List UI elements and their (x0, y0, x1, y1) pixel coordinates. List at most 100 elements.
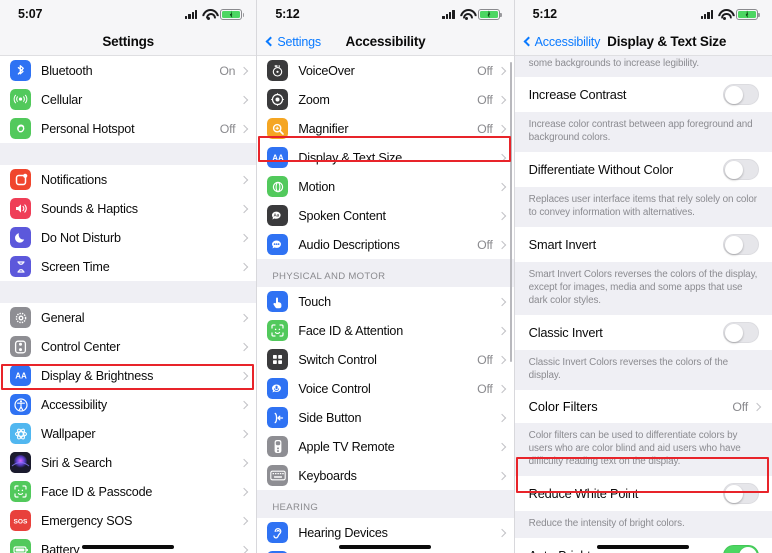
settings-group-alerts: Notifications Sounds & Haptics Do Not Di… (0, 165, 257, 281)
sounds-haptics-icon (10, 198, 31, 219)
accessibility-row-side-button[interactable]: Side Button (257, 403, 514, 432)
siri-icon (10, 452, 31, 473)
apple-tv-remote-icon (267, 436, 289, 457)
svg-text:SOS: SOS (14, 518, 29, 525)
settings-row-notifications[interactable]: Notifications (0, 165, 257, 194)
chevron-left-icon (265, 36, 276, 47)
toggle-switch-auto-brightness[interactable] (722, 545, 759, 553)
status-bar: 5:12 (257, 0, 514, 28)
three-panel-screenshot: 5:07 Settings Bluetooth On Cellular Pers… (0, 0, 772, 553)
settings-row-do-not-disturb[interactable]: Do Not Disturb (0, 223, 257, 252)
toggle-row-smart-invert[interactable]: Smart Invert (514, 227, 772, 262)
cellular-signal-icon (700, 9, 713, 19)
section-header-hearing: HEARING (257, 490, 514, 518)
toggle-description: Replaces user interface items that rely … (514, 187, 772, 227)
accessibility-row-face-id-attention[interactable]: Face ID & Attention (257, 316, 514, 345)
chevron-right-icon (497, 182, 506, 191)
chevron-right-icon (240, 175, 249, 184)
accessibility-row-keyboards[interactable]: Keyboards (257, 461, 514, 490)
row-value: Off (477, 237, 493, 252)
settings-row-accessibility[interactable]: Accessibility (0, 390, 257, 419)
accessibility-row-voice-control[interactable]: Voice Control Off (257, 374, 514, 403)
motion-icon (267, 176, 289, 197)
emergency-sos-icon: SOS (10, 510, 31, 531)
settings-row-cellular[interactable]: Cellular (0, 85, 257, 114)
accessibility-row-switch-control[interactable]: Switch Control Off (257, 345, 514, 374)
accessibility-row-voiceover[interactable]: VoiceOver Off (257, 56, 514, 85)
settings-row-battery[interactable]: Battery (0, 535, 257, 553)
chevron-right-icon (497, 384, 506, 393)
chevron-right-icon (240, 95, 249, 104)
accessibility-row-zoom[interactable]: Zoom Off (257, 85, 514, 114)
accessibility-row-apple-tv-remote[interactable]: Apple TV Remote (257, 432, 514, 461)
toggle-switch-increase-contrast[interactable] (722, 84, 759, 105)
hourglass-icon (10, 256, 31, 277)
row-label: Bluetooth (41, 63, 93, 78)
settings-row-personal-hotspot[interactable]: Personal Hotspot Off (0, 114, 257, 143)
chevron-right-icon (497, 528, 506, 537)
back-button-label: Accessibility (534, 34, 601, 49)
chevron-right-icon (497, 442, 506, 451)
settings-list[interactable]: Bluetooth On Cellular Personal Hotspot O… (0, 56, 257, 553)
row-label: Zoom (298, 92, 330, 107)
toggle-row-differentiate-without-color[interactable]: Differentiate Without Color (514, 152, 772, 187)
side-button-icon (267, 407, 289, 428)
settings-row-sounds-haptics[interactable]: Sounds & Haptics (0, 194, 257, 223)
settings-group-connectivity: Bluetooth On Cellular Personal Hotspot O… (0, 56, 257, 143)
toggle-switch-differentiate-without-color[interactable] (722, 159, 759, 180)
display-text-size-aa-icon: AA (267, 147, 289, 168)
settings-row-general[interactable]: General (0, 303, 257, 332)
accessibility-row-spoken-content[interactable]: Aa Spoken Content (257, 201, 514, 230)
general-gear-icon (10, 307, 31, 328)
chevron-right-icon (497, 240, 506, 249)
row-label: Do Not Disturb (41, 230, 121, 245)
nav-bar: Settings (0, 28, 257, 56)
settings-row-siri-search[interactable]: Siri & Search (0, 448, 257, 477)
back-button-accessibility[interactable]: Accessibility (523, 35, 600, 49)
settings-row-bluetooth[interactable]: Bluetooth On (0, 56, 257, 85)
settings-group-system: General Control Center AA Display & Brig… (0, 303, 257, 553)
status-indicators (700, 8, 760, 20)
back-button-settings[interactable]: Settings (265, 35, 321, 49)
switch-control-icon (267, 349, 289, 370)
accessibility-row-magnifier[interactable]: Magnifier Off (257, 114, 514, 143)
row-value: Off (477, 352, 493, 367)
settings-row-control-center[interactable]: Control Center (0, 332, 257, 361)
row-label: Motion (298, 179, 335, 194)
accessibility-row-audio-descriptions[interactable]: Audio Descriptions Off (257, 230, 514, 259)
accessibility-row-motion[interactable]: Motion (257, 172, 514, 201)
control-center-icon (10, 336, 31, 357)
wifi-icon (202, 9, 215, 20)
touch-icon (267, 291, 289, 312)
display-text-size-list[interactable]: some backgrounds to increase legibility.… (514, 56, 772, 553)
settings-row-wallpaper[interactable]: Wallpaper (0, 419, 257, 448)
row-label: Accessibility (41, 397, 107, 412)
chevron-right-icon (752, 402, 762, 411)
toggle-row-reduce-white-point[interactable]: Reduce White Point (514, 476, 772, 511)
toggle-switch-reduce-white-point[interactable] (722, 483, 759, 504)
chevron-right-icon (240, 487, 249, 496)
chevron-right-icon (497, 211, 506, 220)
link-row-color-filters[interactable]: Color Filters Off (514, 390, 772, 423)
toggle-label: Increase Contrast (528, 87, 627, 102)
hotspot-icon (10, 118, 31, 139)
status-time: 5:12 (275, 7, 300, 21)
settings-row-screen-time[interactable]: Screen Time (0, 252, 257, 281)
toggle-row-increase-contrast[interactable]: Increase Contrast (514, 77, 772, 112)
toggle-switch-smart-invert[interactable] (722, 234, 759, 255)
battery-icon (477, 8, 502, 20)
accessibility-row-hearing-devices[interactable]: Hearing Devices (257, 518, 514, 547)
settings-row-display-brightness[interactable]: AA Display & Brightness (0, 361, 257, 390)
vertical-scrollbar[interactable] (509, 62, 513, 362)
accessibility-row-touch[interactable]: Touch (257, 287, 514, 316)
svg-text:AA: AA (15, 372, 27, 381)
accessibility-list[interactable]: VoiceOver Off Zoom Off Magnifier Off AA … (257, 56, 514, 553)
row-label: Audio Descriptions (298, 237, 400, 252)
accessibility-row-display-text-size[interactable]: AA Display & Text Size (257, 143, 514, 172)
accessibility-icon (10, 394, 31, 415)
settings-row-face-id-passcode[interactable]: Face ID & Passcode (0, 477, 257, 506)
row-value: Off (477, 63, 493, 78)
toggle-switch-classic-invert[interactable] (722, 322, 759, 343)
toggle-row-classic-invert[interactable]: Classic Invert (514, 315, 772, 350)
settings-row-emergency-sos[interactable]: SOS Emergency SOS (0, 506, 257, 535)
